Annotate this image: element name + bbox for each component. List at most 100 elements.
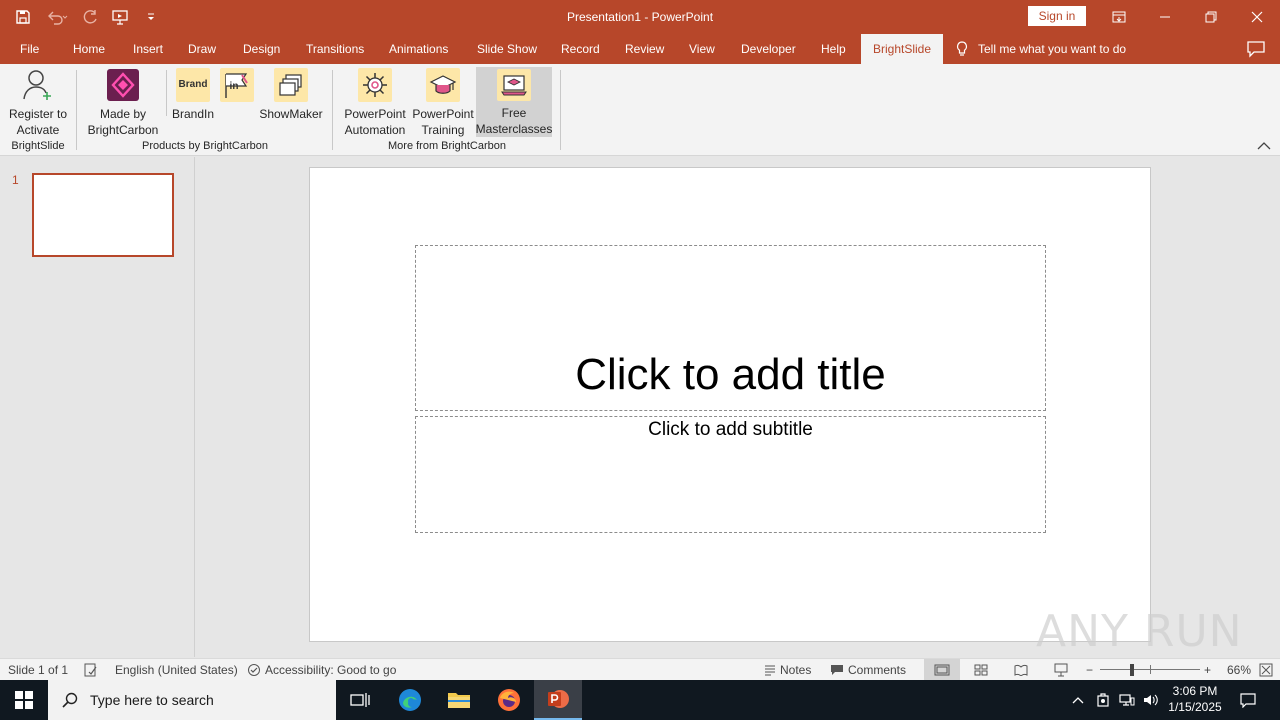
redo-icon [83,10,97,24]
taskbar-clock[interactable]: 3:06 PM 1/15/2025 [1160,683,1230,715]
tell-me-label: Tell me what you want to do [978,42,1127,56]
brandin-icon-text: Brand [178,79,208,90]
brandin-label: BrandIn [171,107,215,121]
tab-insert[interactable]: Insert [123,34,173,64]
volume-tray-button[interactable] [1140,680,1162,720]
tab-view[interactable]: View [679,34,725,64]
linkedin-flag-button[interactable]: in [219,68,255,106]
tab-help[interactable]: Help [811,34,856,64]
collapse-ribbon-icon[interactable] [1256,140,1272,152]
ribbon-tabs: File Home Insert Draw Design Transitions… [0,34,1280,64]
notification-icon [1240,693,1256,708]
zoom-in-button[interactable]: + [1204,659,1211,681]
slide-thumbnail-pane: 1 [0,157,195,657]
user-add-icon [21,68,55,102]
normal-view-icon [934,664,950,676]
notes-icon [765,665,775,676]
customize-qat-button[interactable] [138,4,164,30]
tab-draw[interactable]: Draw [178,34,226,64]
network-icon [1119,694,1135,706]
slide-sorter-icon [974,664,988,676]
made-by-label-1: Made by [99,107,147,121]
tab-transitions[interactable]: Transitions [296,34,374,64]
file-explorer-taskbar-button[interactable] [435,680,483,720]
powerpoint-automation-button[interactable]: PowerPoint Automation [340,68,410,138]
fit-to-window-icon [1259,663,1273,677]
status-bar: Slide 1 of 1 English (United States) Acc… [0,658,1280,681]
sign-in-button[interactable]: Sign in [1028,6,1086,26]
tab-slide-show[interactable]: Slide Show [467,34,547,64]
masterclass-label-1: Free [501,106,527,120]
edge-icon [399,689,421,711]
save-button[interactable] [10,4,36,30]
notification-center-button[interactable] [1234,680,1262,720]
taskbar-search-box[interactable]: Type here to search [48,680,336,720]
zoom-out-button[interactable]: − [1086,659,1093,681]
tell-me-search[interactable]: Tell me what you want to do [956,34,1126,64]
register-label-2: Activate [16,123,60,137]
tab-record[interactable]: Record [551,34,610,64]
tab-design[interactable]: Design [233,34,290,64]
firefox-taskbar-button[interactable] [485,680,533,720]
comments-label: Comments [848,663,907,677]
title-placeholder[interactable]: Click to add title [415,245,1046,411]
zoom-slider[interactable] [1100,659,1200,681]
brandin-button[interactable]: Brand BrandIn [170,68,216,122]
comments-button[interactable]: Comments [830,659,906,681]
quick-access-toolbar [10,0,164,34]
chevron-up-icon [1072,697,1084,704]
reading-view-button[interactable] [1006,659,1036,681]
fit-slide-button[interactable] [1259,659,1273,681]
accessibility-checker-button[interactable]: Accessibility: Good to go [247,659,396,681]
tray-app-icon-button[interactable] [1093,680,1113,720]
tab-animations[interactable]: Animations [379,34,458,64]
minimize-button[interactable] [1142,0,1188,34]
zoom-slider-thumb[interactable] [1130,664,1134,676]
slide-show-button[interactable] [1046,659,1076,681]
ribbon-display-options-button[interactable] [1096,0,1142,34]
windows-logo-icon [15,691,33,709]
made-by-brightcarbon-button[interactable]: Made by BrightCarbon [84,68,162,138]
tab-file[interactable]: File [10,34,49,64]
showmaker-button[interactable]: ShowMaker [258,68,324,122]
task-view-button[interactable] [336,680,384,720]
search-placeholder: Type here to search [90,692,214,708]
group-separator [560,70,561,150]
powerpoint-taskbar-button[interactable] [534,680,582,720]
network-tray-button[interactable] [1116,680,1138,720]
redo-button[interactable] [78,4,104,30]
spelling-check-button[interactable] [84,659,98,681]
language-indicator[interactable]: English (United States) [115,659,238,681]
normal-view-button[interactable] [924,659,960,681]
laptop-cap-icon [497,69,531,101]
register-to-activate-button[interactable]: Register to Activate [6,68,70,138]
save-icon [16,10,30,24]
restore-button[interactable] [1188,0,1234,34]
tab-home[interactable]: Home [63,34,115,64]
tab-developer[interactable]: Developer [731,34,806,64]
title-bar: Presentation1 - PowerPoint Sign in [0,0,1280,34]
search-icon [62,692,78,708]
slide-sorter-button[interactable] [966,659,996,681]
gear-icon [358,68,392,102]
tab-brightslide[interactable]: BrightSlide [861,34,943,64]
slide-count: Slide 1 of 1 [8,663,69,677]
group-label-brightslide: BrightSlide [11,140,65,152]
subtitle-placeholder[interactable]: Click to add subtitle [415,416,1046,533]
linkedin-flag-icon: in [220,68,254,102]
comments-icon[interactable] [1246,40,1266,58]
slide-thumbnail[interactable] [32,173,174,257]
powerpoint-training-button[interactable]: PowerPoint Training [410,68,476,138]
free-masterclasses-button[interactable]: Free Masterclasses [476,67,552,137]
tab-review[interactable]: Review [615,34,674,64]
edge-taskbar-button[interactable] [386,680,434,720]
zoom-level[interactable]: 66% [1227,659,1251,681]
start-button[interactable] [0,680,48,720]
close-button[interactable] [1234,0,1280,34]
show-hidden-icons-button[interactable] [1068,680,1088,720]
notes-button[interactable]: Notes [764,659,811,681]
undo-button[interactable] [40,4,74,30]
accessibility-icon [248,664,260,676]
present-from-beginning-button[interactable] [108,4,134,30]
firefox-icon [498,689,520,711]
